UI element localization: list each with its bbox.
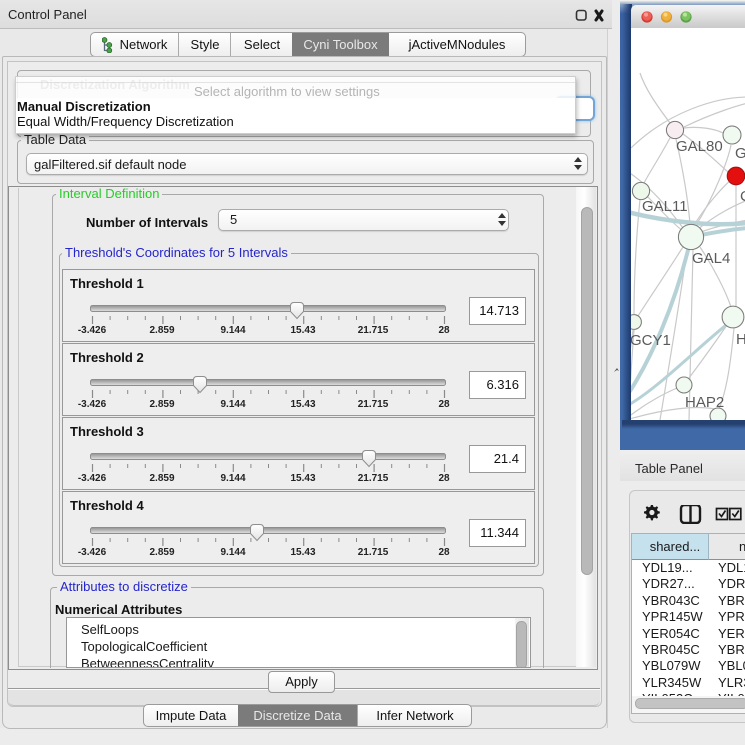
svg-text:GAL4: GAL4 [692,250,730,267]
svg-text:GAL11: GAL11 [642,198,688,215]
svg-text:H: H [736,331,745,348]
svg-text:HAP2: HAP2 [685,394,724,411]
svg-text:GCY1: GCY1 [631,332,671,349]
svg-text:C: C [740,188,745,205]
svg-text:GA: GA [735,145,745,162]
svg-text:GAL80: GAL80 [676,138,723,155]
